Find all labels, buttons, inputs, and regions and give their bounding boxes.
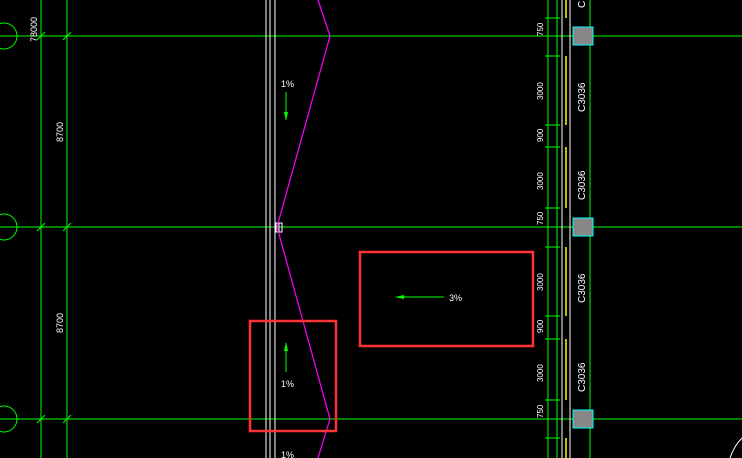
arrow-icon [395,295,404,299]
dim-top: 78000 [29,17,39,42]
cad-viewport[interactable]: 78000 8700 8700 1% 1% 1% 3% 750 3000 900… [0,0,742,458]
wall-dim-1: 3000 [536,82,545,100]
wall-dim-8: 750 [536,404,545,418]
arrow-icon [284,112,288,121]
wall-dim-7: 3000 [536,364,545,382]
slope-label-middle: 1% [281,379,294,389]
annotation-box-lower-left[interactable] [248,319,338,433]
horizontal-grid-lines [0,35,742,420]
wall-dim-3: 3000 [536,172,545,190]
slope-marker-middle: 1% [281,342,294,389]
slope-label-boxed: 3% [449,293,462,303]
slope-marker-boxed: 3% [395,293,462,303]
wall-dim-6: 900 [536,319,545,333]
cad-drawing-canvas[interactable]: 78000 8700 8700 1% 1% 1% 3% 750 3000 900… [0,0,742,458]
window-tag-3: C3036 [577,273,588,303]
wall-dim-0: 750 [536,22,545,36]
dim-upper-bay: 8700 [55,122,65,142]
slope-label-top: 1% [281,79,294,89]
window-tag-1: C3036 [577,82,588,112]
wall-dim-4: 750 [536,211,545,225]
left-dimension-lines [40,0,68,458]
window-tag-4: C3036 [577,362,588,392]
roof-slope-ridge-line [276,0,331,458]
annotation-box-right[interactable] [358,250,535,348]
curved-edge-line [729,437,742,458]
gutter-lines [265,0,276,458]
dim-lower-bay: 8700 [55,313,65,333]
slope-marker-bottom: 1% [281,450,294,458]
wall-dim-2: 900 [536,128,545,142]
wall-dim-5: 3000 [536,273,545,291]
slope-label-bottom: 1% [281,450,294,458]
wall-dimension-ticks [545,17,560,439]
arrow-icon [284,342,288,351]
window-tag-2: C3036 [577,170,588,200]
window-tag-0: C [577,1,588,8]
slope-marker-top: 1% [281,79,294,121]
